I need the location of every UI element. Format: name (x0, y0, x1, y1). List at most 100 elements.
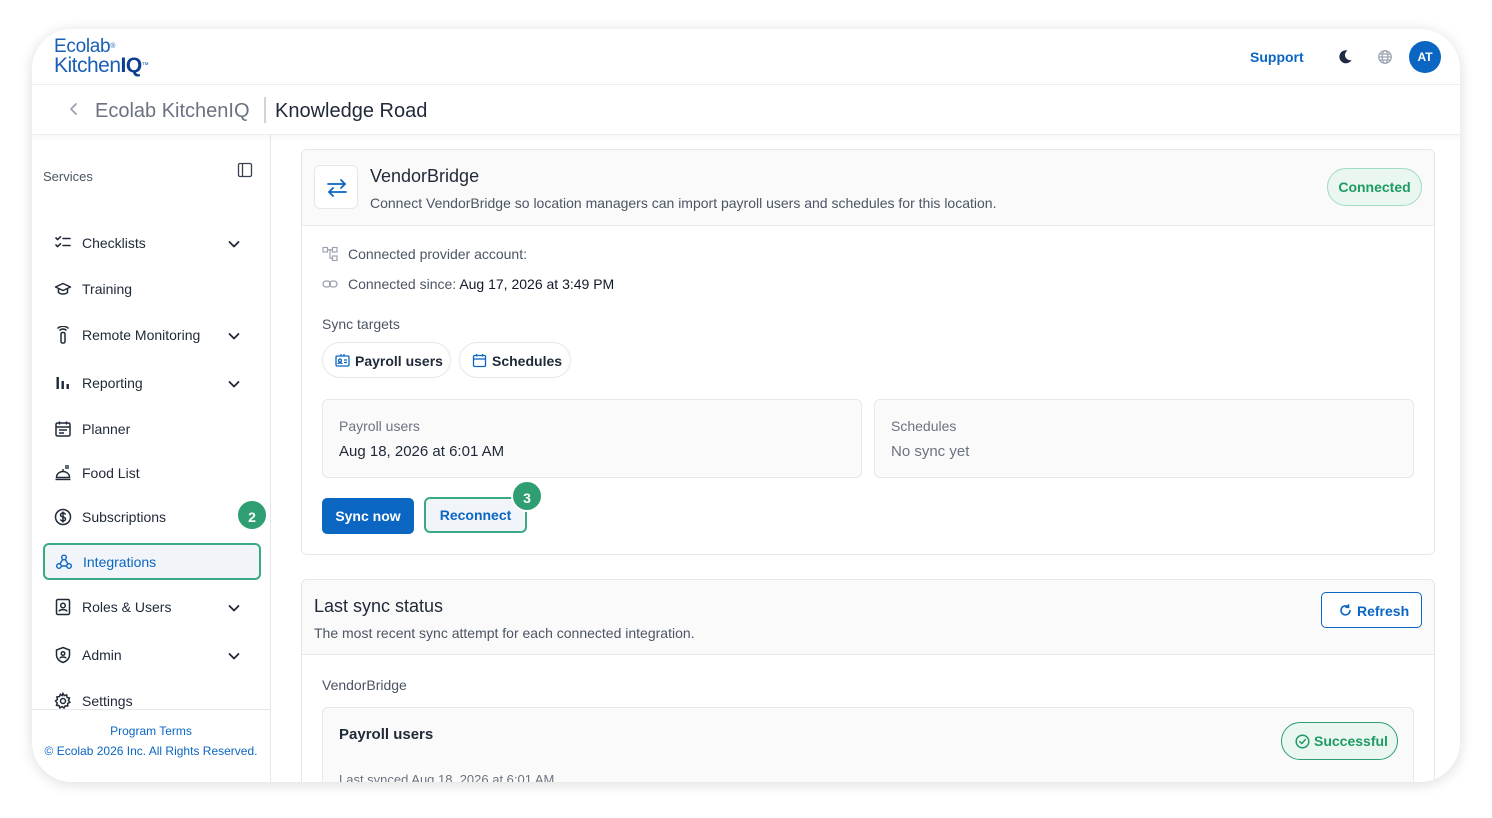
sync-target-name: Payroll users (339, 726, 434, 743)
chevron-down-icon[interactable] (227, 377, 241, 391)
globe-icon[interactable] (1377, 49, 1393, 65)
refresh-button[interactable]: Refresh (1321, 592, 1422, 628)
payroll-users-stat: Payroll users Aug 18, 2026 at 6:01 AM (322, 399, 862, 478)
id-badge-icon (55, 598, 71, 616)
shield-icon (55, 646, 71, 664)
chevron-down-icon[interactable] (227, 649, 241, 663)
sidebar-item-integrations[interactable]: Integrations (43, 543, 261, 580)
sidebar-item-roles-users[interactable]: Roles & Users (44, 590, 260, 624)
sidebar-collapse-icon[interactable] (237, 162, 253, 178)
breadcrumb-divider (264, 97, 266, 123)
checklist-icon (55, 236, 71, 248)
sync-target-label: Payroll users (355, 353, 443, 369)
thermometer-icon (56, 326, 70, 344)
status-label: Successful (1314, 733, 1388, 749)
sidebar-item-planner[interactable]: Planner (44, 412, 260, 446)
sync-targets-label: Sync targets (322, 316, 400, 332)
breadcrumb-current: Knowledge Road (275, 100, 428, 122)
integration-description: Connect VendorBridge so location manager… (370, 195, 997, 211)
integration-title: VendorBridge (370, 166, 480, 186)
sidebar-item-label: Settings (82, 693, 133, 709)
sidebar-item-label: Planner (82, 421, 131, 437)
sidebar-item-label: Integrations (83, 553, 157, 570)
sync-target-chip-payroll: Payroll users (322, 342, 451, 378)
sync-target-chip-schedules: Schedules (459, 342, 571, 378)
sidebar-item-remote-monitoring[interactable]: Remote Monitoring (44, 318, 260, 352)
sidebar: Services Checklists Training Remote Moni… (32, 135, 271, 782)
stat-value: Aug 18, 2026 at 6:01 AM (339, 443, 505, 460)
sidebar-item-subscriptions[interactable]: Subscriptions (44, 500, 260, 534)
breadcrumb: Ecolab KitchenIQ Knowledge Road (32, 85, 1460, 135)
sidebar-section-title: Services (43, 169, 93, 184)
logo-line-2-bold: IQ (120, 54, 143, 77)
swap-arrows-icon (327, 179, 347, 197)
food-icon (55, 465, 71, 481)
sidebar-item-label: Checklists (82, 235, 146, 251)
app-window: Ecolab® KitchenIQ™ Support AT Ecolab Kit… (32, 29, 1460, 782)
section-description: The most recent sync attempt for each co… (314, 625, 695, 641)
check-circle-icon (1295, 734, 1310, 749)
calendar-icon (55, 421, 71, 437)
graduation-cap-icon (54, 282, 72, 295)
calendar-icon (472, 354, 487, 368)
hierarchy-icon (322, 246, 338, 262)
last-sync-header: Last sync status The most recent sync at… (302, 580, 1434, 655)
status-badge: Connected (1327, 168, 1422, 206)
chevron-down-icon[interactable] (227, 237, 241, 251)
step-badge-integrations: 2 (236, 499, 268, 531)
sidebar-item-food-list[interactable]: Food List (44, 456, 260, 490)
dollar-icon (54, 508, 72, 526)
last-sync-status-card: Last sync status The most recent sync at… (301, 579, 1435, 782)
step-badge-reconnect: 3 (511, 480, 543, 512)
support-link[interactable]: Support (1250, 49, 1304, 65)
chevron-down-icon[interactable] (227, 601, 241, 615)
program-terms-link[interactable]: Program Terms (32, 724, 270, 738)
stat-label: Payroll users (339, 418, 420, 434)
provider-account-label: Connected provider account: (348, 246, 527, 262)
vendorbridge-card-header: VendorBridge Connect VendorBridge so loc… (302, 150, 1434, 226)
id-card-icon (335, 354, 350, 367)
sidebar-item-label: Roles & Users (82, 599, 172, 615)
connected-since-value: Aug 17, 2026 at 3:49 PM (459, 276, 615, 292)
webhook-icon (56, 554, 72, 569)
link-icon (322, 280, 338, 288)
sync-target-label: Schedules (492, 353, 563, 369)
moon-icon[interactable] (1337, 49, 1353, 65)
vendorbridge-logo (314, 165, 358, 209)
user-avatar[interactable]: AT (1409, 41, 1441, 73)
sidebar-item-label: Food List (82, 465, 140, 481)
status-badge-successful: Successful (1281, 722, 1398, 760)
section-title: Last sync status (314, 596, 444, 616)
stat-label: Schedules (891, 418, 957, 434)
sidebar-item-admin[interactable]: Admin (44, 638, 260, 672)
bar-chart-icon (56, 377, 69, 389)
sidebar-item-label: Admin (82, 647, 122, 663)
chevron-left-icon[interactable] (67, 102, 81, 116)
sidebar-item-label: Remote Monitoring (82, 327, 201, 343)
sidebar-item-checklists[interactable]: Checklists (44, 226, 260, 260)
copyright-text: © Ecolab 2026 Inc. All Rights Reserved. (44, 744, 258, 758)
sidebar-item-label: Training (82, 281, 133, 297)
refresh-label: Refresh (1357, 603, 1410, 619)
sync-now-button[interactable]: Sync now (322, 498, 414, 534)
connected-since-label: Connected since: (348, 276, 457, 292)
ecolab-kitcheniq-logo[interactable]: Ecolab® KitchenIQ™ (54, 37, 149, 77)
sidebar-footer: Program Terms © Ecolab 2026 Inc. All Rig… (32, 709, 270, 758)
gear-icon (54, 692, 72, 710)
breadcrumb-parent[interactable]: Ecolab KitchenIQ (95, 100, 250, 123)
sidebar-item-label: Subscriptions (82, 509, 167, 525)
chevron-down-icon[interactable] (227, 329, 241, 343)
sidebar-item-reporting[interactable]: Reporting (44, 366, 260, 400)
sidebar-item-settings[interactable]: Settings (44, 684, 260, 718)
last-synced-text: Last synced Aug 18, 2026 at 6:01 AM (339, 772, 555, 782)
integration-group-label: VendorBridge (322, 677, 407, 693)
stat-value: No sync yet (891, 443, 970, 460)
sync-status-row: Payroll users Successful Last synced Aug… (322, 707, 1414, 782)
refresh-icon (1340, 604, 1351, 616)
schedules-stat: Schedules No sync yet (874, 399, 1414, 478)
sidebar-item-label: Reporting (82, 375, 143, 391)
sidebar-item-training[interactable]: Training (44, 272, 260, 306)
vendorbridge-card: VendorBridge Connect VendorBridge so loc… (301, 149, 1435, 555)
logo-line-2: Kitchen (54, 54, 121, 77)
top-bar: Ecolab® KitchenIQ™ Support AT (32, 29, 1460, 85)
